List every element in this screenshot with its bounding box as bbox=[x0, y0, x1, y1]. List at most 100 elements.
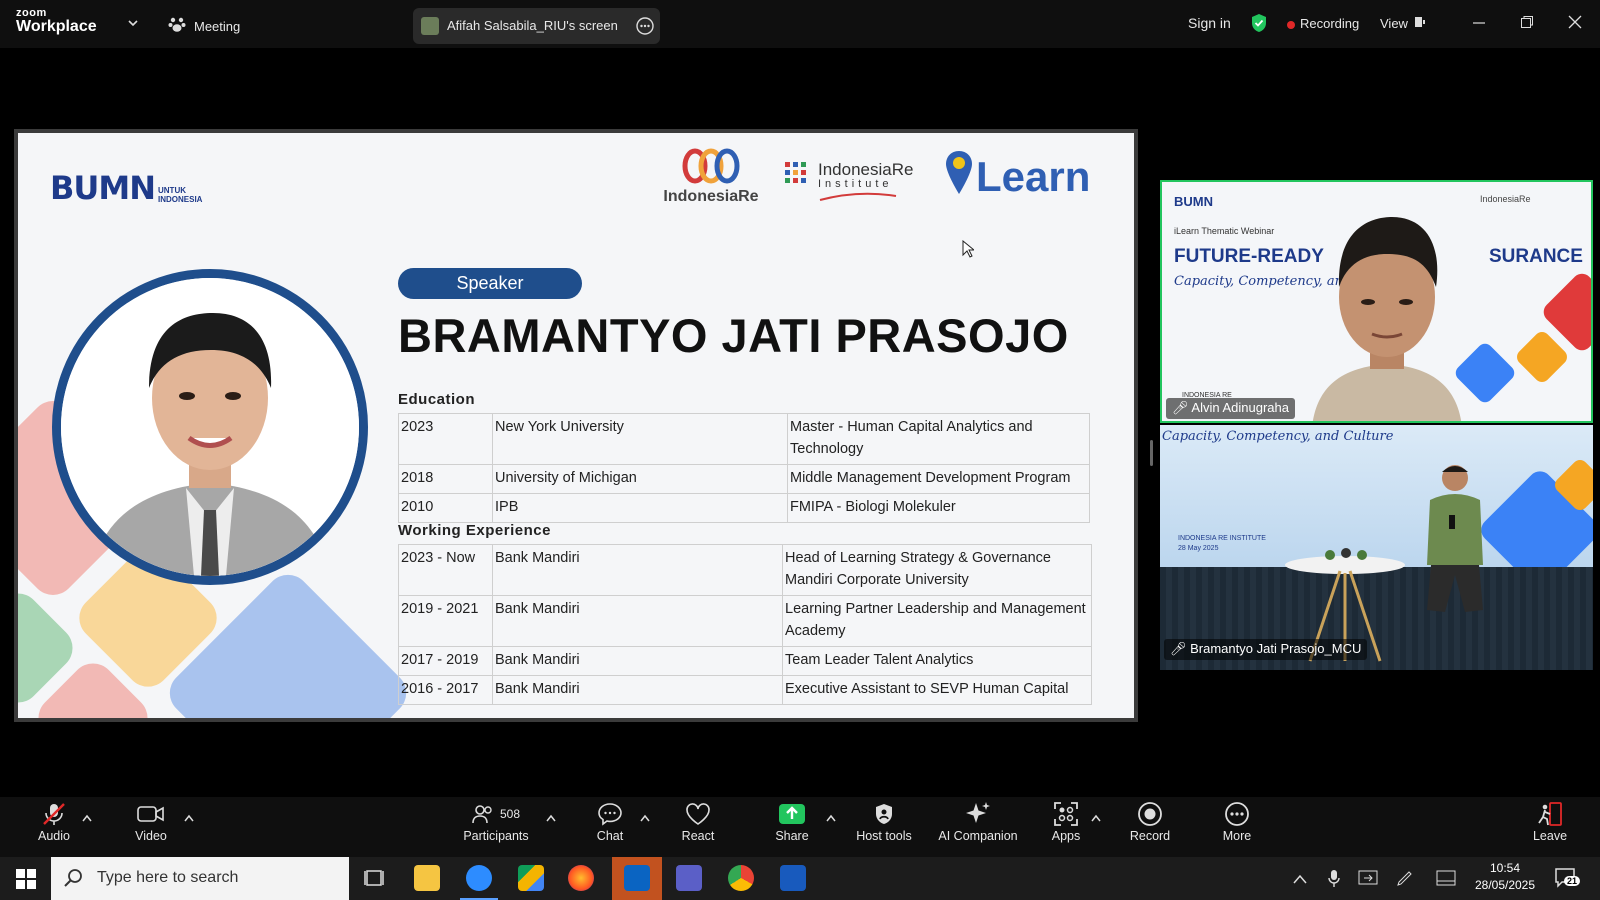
search-icon bbox=[63, 868, 83, 893]
audio-button[interactable]: Audio bbox=[12, 797, 96, 857]
google-drive-icon[interactable] bbox=[518, 865, 544, 891]
speaker-portrait bbox=[61, 278, 359, 576]
table-row: 2018 University of Michigan Middle Manag… bbox=[398, 464, 1090, 494]
exp-role: Executive Assistant to SEVP Human Capita… bbox=[782, 675, 1092, 705]
video-tile-alvin[interactable]: BUMN IndonesiaRe iLearn Thematic Webinar… bbox=[1160, 180, 1593, 423]
share-button[interactable]: Share bbox=[750, 797, 834, 857]
share-caret-icon[interactable] bbox=[826, 809, 836, 827]
meeting-toolbar: Audio Video 508 Participants Chat React … bbox=[0, 797, 1600, 857]
share-source-pill[interactable]: Afifah Salsabila_RIU's screen bbox=[413, 8, 660, 44]
tray-keyboard-icon[interactable] bbox=[1436, 870, 1456, 891]
outlook-icon[interactable] bbox=[624, 865, 650, 891]
indonesiare-rings-icon bbox=[682, 148, 740, 184]
apps-button[interactable]: Apps bbox=[1024, 797, 1108, 857]
recording-indicator[interactable]: Recording bbox=[1287, 16, 1359, 31]
edu-school: New York University bbox=[492, 413, 788, 465]
windows-start-icon[interactable] bbox=[16, 869, 36, 894]
chat-caret-icon[interactable] bbox=[640, 809, 650, 827]
exp-role: Head of Learning Strategy & Governance M… bbox=[782, 544, 1092, 596]
bg-indonesiare-logo: IndonesiaRe bbox=[1480, 194, 1531, 204]
indonesiare-logo: IndonesiaRe bbox=[656, 147, 766, 206]
chat-button[interactable]: Chat bbox=[568, 797, 652, 857]
teams-icon[interactable] bbox=[676, 865, 702, 891]
view-label: View bbox=[1380, 16, 1408, 31]
host-tools-button[interactable]: Host tools bbox=[842, 797, 926, 857]
leave-button[interactable]: Leave bbox=[1508, 797, 1592, 857]
participant-video-person bbox=[1313, 217, 1461, 421]
edu-program: Master - Human Capital Analytics and Tec… bbox=[787, 413, 1090, 465]
video-options-caret-icon[interactable] bbox=[184, 809, 194, 827]
tray-mic-icon[interactable] bbox=[1328, 869, 1340, 892]
taskbar-clock[interactable]: 10:54 28/05/2025 bbox=[1474, 861, 1536, 892]
sharer-avatar bbox=[421, 17, 439, 35]
participant-name: Alvin Adinugraha bbox=[1191, 400, 1289, 415]
bg-script-text: Capacity, Competency, and Culture bbox=[1162, 429, 1394, 444]
bumn-sub-2: INDONESIA bbox=[158, 194, 203, 204]
view-menu[interactable]: View bbox=[1380, 16, 1426, 31]
task-view-icon[interactable] bbox=[362, 865, 388, 891]
exp-company: Bank Mandiri bbox=[492, 646, 783, 676]
tray-chevron-icon[interactable] bbox=[1293, 871, 1307, 889]
recording-label: Recording bbox=[1300, 16, 1360, 31]
edu-program: FMIPA - Biologi Molekuler bbox=[787, 493, 1090, 523]
institute-logo-text-b: Institute bbox=[818, 178, 893, 190]
video-label: Video bbox=[135, 829, 167, 843]
video-tile-bramantyo[interactable]: Capacity, Competency, and Culture INDONE… bbox=[1160, 425, 1593, 670]
participants-count: 508 bbox=[499, 807, 521, 821]
participants-button[interactable]: 508 Participants bbox=[454, 797, 538, 857]
file-explorer-icon[interactable] bbox=[414, 865, 440, 891]
notification-count: 21 bbox=[1564, 876, 1581, 886]
video-button[interactable]: Video bbox=[109, 797, 193, 857]
participants-caret-icon[interactable] bbox=[546, 809, 556, 827]
mouse-cursor-icon bbox=[962, 239, 976, 263]
layout-icon bbox=[1414, 16, 1426, 31]
panel-splitter-handle[interactable] bbox=[1150, 440, 1153, 466]
speaker-badge: Speaker bbox=[398, 268, 582, 299]
restore-icon[interactable] bbox=[1520, 15, 1534, 34]
apps-caret-icon[interactable] bbox=[1091, 809, 1101, 827]
shared-screen-slide: BUMN UNTUK INDONESIA IndonesiaRe Indonesia… bbox=[14, 129, 1138, 722]
zoom-workplace-logo: zoom Workplace bbox=[16, 8, 97, 35]
tray-pen-icon[interactable] bbox=[1396, 869, 1414, 892]
exp-period: 2016 - 2017 bbox=[398, 675, 493, 705]
notification-center[interactable]: 21 bbox=[1554, 867, 1581, 894]
firefox-icon[interactable] bbox=[568, 865, 594, 891]
minimize-icon[interactable] bbox=[1472, 16, 1486, 35]
bumn-logo-text: BUMN bbox=[50, 169, 156, 207]
record-icon bbox=[1108, 797, 1192, 831]
search-placeholder: Type here to search bbox=[97, 869, 239, 886]
more-button[interactable]: More bbox=[1195, 797, 1279, 857]
recording-dot-icon bbox=[1287, 20, 1295, 29]
audio-label: Audio bbox=[38, 829, 70, 843]
experience-table: 2023 - Now Bank Mandiri Head of Learning… bbox=[398, 544, 1092, 705]
chevron-down-icon[interactable] bbox=[127, 16, 139, 34]
ai-companion-button[interactable]: AI Companion bbox=[930, 797, 1026, 857]
zoom-app-icon[interactable] bbox=[466, 865, 492, 891]
bg-webinar-label: iLearn Thematic Webinar bbox=[1174, 226, 1275, 236]
record-button[interactable]: Record bbox=[1108, 797, 1192, 857]
meeting-menu[interactable]: Meeting bbox=[168, 15, 240, 38]
shield-check-icon[interactable] bbox=[1250, 13, 1268, 38]
zoom-product-text: Workplace bbox=[16, 18, 97, 35]
ai-companion-label: AI Companion bbox=[938, 829, 1018, 843]
edu-program: Middle Management Development Program bbox=[787, 464, 1090, 494]
clock-date: 28/05/2025 bbox=[1474, 878, 1536, 892]
audio-options-caret-icon[interactable] bbox=[82, 809, 92, 827]
sign-in-link[interactable]: Sign in bbox=[1188, 15, 1231, 31]
react-button[interactable]: React bbox=[656, 797, 740, 857]
sparkle-icon bbox=[930, 797, 1026, 831]
exp-role: Team Leader Talent Analytics bbox=[782, 646, 1092, 676]
participant-name-tag: 🎤︎ Bramantyo Jati Prasojo_MCU bbox=[1164, 639, 1368, 660]
more-options-icon[interactable] bbox=[636, 17, 654, 40]
word-icon[interactable] bbox=[780, 865, 806, 891]
tray-share-icon[interactable] bbox=[1358, 869, 1378, 892]
bg-decor-shape bbox=[1513, 328, 1571, 386]
chrome-icon[interactable] bbox=[728, 865, 754, 891]
taskbar-search-box[interactable]: Type here to search bbox=[51, 857, 349, 900]
participants-icon bbox=[472, 805, 492, 824]
indonesiare-logo-text: IndonesiaRe bbox=[663, 188, 759, 205]
leave-label: Leave bbox=[1532, 829, 1568, 843]
participant-name-tag: 🎤︎ Alvin Adinugraha bbox=[1166, 398, 1295, 419]
close-icon[interactable] bbox=[1568, 15, 1582, 34]
bg-bumn-logo: BUMN bbox=[1174, 194, 1213, 209]
